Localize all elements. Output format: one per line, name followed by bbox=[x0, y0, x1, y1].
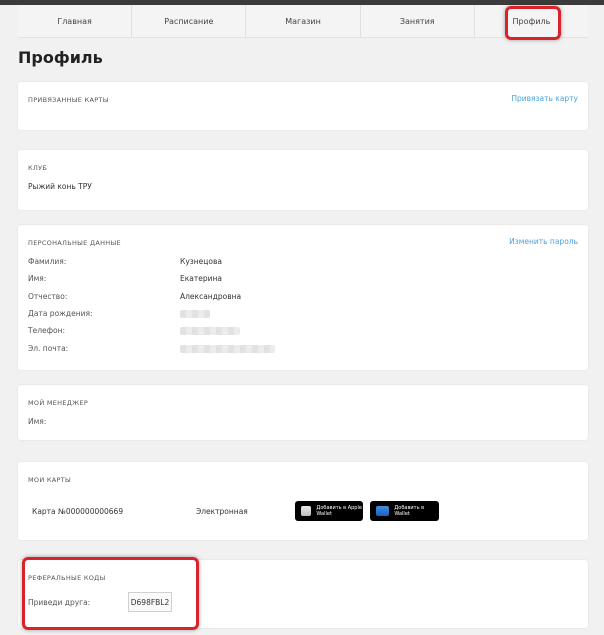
personal-data-title: ПЕРСОНАЛЬНЫЕ ДАННЫЕ bbox=[28, 239, 121, 247]
change-password-link[interactable]: Изменить пароль bbox=[509, 237, 578, 246]
wallet-icon bbox=[376, 506, 390, 516]
surname-value: Кузнецова bbox=[180, 257, 222, 266]
apple-wallet-label: Добавить в Apple Wallet bbox=[316, 505, 362, 517]
manager-title: МОЙ МЕНЕДЖЕР bbox=[28, 399, 89, 407]
link-card-button[interactable]: Привязать карту bbox=[511, 94, 578, 103]
page-title: Профиль bbox=[18, 48, 103, 67]
manager-card: МОЙ МЕНЕДЖЕР Имя: bbox=[18, 385, 588, 440]
wallet-button[interactable]: Добавить в Wallet bbox=[370, 501, 439, 521]
nav-item-profile[interactable]: Профиль bbox=[475, 5, 588, 37]
phone-redacted bbox=[180, 327, 240, 335]
club-title: КЛУБ bbox=[28, 164, 48, 172]
patronymic-value: Александровна bbox=[180, 292, 242, 301]
email-label: Эл. почта: bbox=[28, 344, 69, 353]
my-cards-title: МОИ КАРТЫ bbox=[28, 476, 72, 484]
my-cards-card: МОИ КАРТЫ Карта №000000000669 Электронна… bbox=[18, 462, 588, 540]
linked-cards-title: ПРИВЯЗАННЫЕ КАРТЫ bbox=[28, 96, 109, 104]
card-type: Электронная bbox=[196, 507, 248, 516]
apple-wallet-button[interactable]: Добавить в Apple Wallet bbox=[295, 501, 363, 521]
patronymic-label: Отчество: bbox=[28, 292, 68, 301]
nav-item-classes[interactable]: Занятия bbox=[361, 5, 475, 37]
apple-wallet-icon bbox=[301, 506, 312, 516]
phone-label: Телефон: bbox=[28, 326, 66, 335]
manager-name-label: Имя: bbox=[28, 417, 47, 426]
nav-item-shop[interactable]: Магазин bbox=[246, 5, 361, 37]
first-name-value: Екатерина bbox=[180, 274, 222, 283]
email-redacted bbox=[180, 345, 275, 353]
referral-codes-title: РЕФЕРАЛЬНЫЕ КОДЫ bbox=[28, 574, 106, 582]
linked-cards-card: ПРИВЯЗАННЫЕ КАРТЫ Привязать карту bbox=[18, 82, 588, 130]
birth-date-label: Дата рождения: bbox=[28, 309, 93, 318]
club-name: Рыжий конь ТРУ bbox=[28, 182, 92, 191]
nav-item-home[interactable]: Главная bbox=[18, 5, 133, 37]
first-name-label: Имя: bbox=[28, 274, 47, 283]
referral-codes-card: РЕФЕРАЛЬНЫЕ КОДЫ Приведи друга: D698FBL2 bbox=[18, 560, 588, 628]
referral-code-field[interactable]: D698FBL2 bbox=[128, 592, 172, 612]
wallet-label: Добавить в Wallet bbox=[394, 505, 425, 517]
nav-item-schedule[interactable]: Расписание bbox=[132, 5, 247, 37]
surname-label: Фамилия: bbox=[28, 257, 67, 266]
club-card: КЛУБ Рыжий конь ТРУ bbox=[18, 150, 588, 210]
card-number: Карта №000000000669 bbox=[32, 507, 124, 516]
personal-data-card: ПЕРСОНАЛЬНЫЕ ДАННЫЕ Изменить пароль Фами… bbox=[18, 225, 588, 370]
birth-date-redacted bbox=[180, 310, 210, 318]
main-nav: Главная Расписание Магазин Занятия Профи… bbox=[18, 5, 588, 38]
referral-label: Приведи друга: bbox=[28, 598, 91, 607]
